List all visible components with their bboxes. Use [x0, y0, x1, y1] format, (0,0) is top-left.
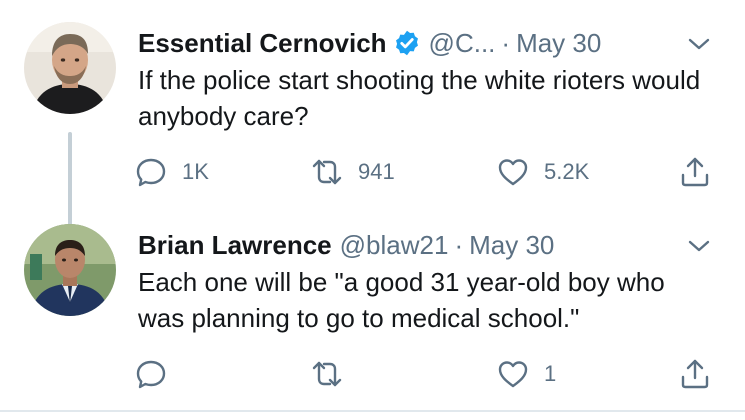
reply-icon — [136, 360, 166, 389]
tweet-actions: 1K 941 5.2K — [130, 152, 730, 192]
tweet-text: If the police start shooting the white r… — [138, 65, 701, 131]
like-count: 1 — [544, 361, 557, 386]
chevron-down-icon[interactable] — [686, 34, 712, 54]
reply-count: 1K — [182, 159, 209, 184]
tweet-header: Essential Cernovich @C... · May 30 — [138, 26, 601, 60]
share-button[interactable] — [678, 152, 712, 192]
avatar[interactable] — [24, 224, 116, 316]
tweet[interactable]: Essential Cernovich @C... · May 30 If the p… — [0, 18, 745, 232]
like-count: 5.2K — [544, 159, 590, 184]
retweet-count: 941 — [358, 159, 395, 184]
like-button[interactable]: 5.2K — [496, 152, 589, 192]
avatar-photo — [24, 22, 116, 114]
reply-button[interactable] — [134, 354, 182, 394]
heart-icon — [498, 361, 528, 388]
share-icon — [681, 359, 709, 389]
retweet-button[interactable]: 941 — [310, 152, 395, 192]
thread-connector-line — [68, 132, 72, 232]
like-button[interactable]: 1 — [496, 354, 556, 394]
tweet-text: Each one will be "a good 31 year-old boy… — [138, 267, 665, 333]
chevron-down-icon[interactable] — [686, 236, 712, 256]
reply-icon — [136, 158, 166, 187]
author-handle[interactable]: @C... — [429, 28, 496, 58]
author-handle[interactable]: @blaw21 — [340, 230, 449, 260]
tweet-date[interactable]: May 30 — [469, 230, 554, 260]
author-name[interactable]: Essential Cernovich — [138, 28, 387, 58]
avatar-photo — [24, 224, 116, 316]
bottom-divider — [0, 410, 745, 412]
reply-button[interactable]: 1K — [134, 152, 209, 192]
heart-icon — [498, 159, 528, 186]
tweet-actions: 1 — [130, 354, 730, 394]
verified-badge-icon — [393, 29, 421, 57]
avatar[interactable] — [24, 22, 116, 114]
share-button[interactable] — [678, 354, 712, 394]
separator-dot: · — [454, 230, 464, 260]
author-name[interactable]: Brian Lawrence — [138, 230, 332, 260]
retweet-icon — [312, 159, 342, 185]
tweet-thread: Essential Cernovich @C... · May 30 If the p… — [0, 0, 745, 420]
tweet[interactable]: Brian Lawrence @blaw21 · May 30 Each one wi… — [0, 220, 745, 405]
retweet-icon — [312, 361, 342, 387]
tweet-date[interactable]: May 30 — [516, 28, 601, 58]
tweet-header: Brian Lawrence @blaw21 · May 30 — [138, 228, 554, 262]
separator-dot: · — [501, 28, 511, 58]
retweet-button[interactable] — [310, 354, 358, 394]
share-icon — [681, 157, 709, 187]
